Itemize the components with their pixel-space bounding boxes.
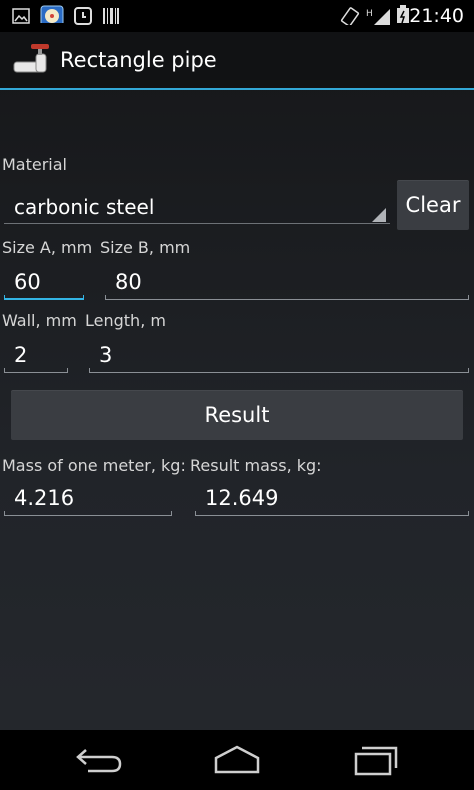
recent-apps-icon[interactable] [352,742,402,778]
wall-label: Wall, mm [2,311,77,330]
size-b-value: 80 [115,270,142,294]
app-icon [40,5,64,23]
material-spinner[interactable]: carbonic steel [4,190,390,224]
clock-time: 21:40 [409,5,464,27]
rotate-icon [340,7,360,25]
network-type: H [366,9,373,19]
image-icon [12,8,30,24]
mass-per-meter-value: 4.216 [14,486,75,510]
size-b-label: Size B, mm [100,238,191,257]
status-bar: H 21:40 [0,0,474,32]
mass-per-meter-output[interactable]: 4.216 [4,486,172,516]
app-title: Rectangle pipe [60,48,217,72]
action-bar-divider [0,88,474,90]
barcode-icon [103,8,119,24]
clock-icon [74,7,92,25]
clear-button[interactable]: Clear [397,180,469,230]
material-value: carbonic steel [14,195,155,219]
home-icon[interactable] [212,742,262,778]
spinner-arrow-icon [372,208,386,222]
length-value: 3 [99,343,113,367]
signal-icon: H [366,9,390,25]
mass-per-meter-label: Mass of one meter, kg: [2,456,186,475]
length-input[interactable]: 3 [89,343,469,373]
result-button[interactable]: Result [11,390,463,440]
material-label: Material [2,155,67,174]
result-mass-value: 12.649 [205,486,279,510]
size-a-label: Size A, mm [2,238,93,257]
result-mass-output[interactable]: 12.649 [195,486,469,516]
wall-input[interactable]: 2 [4,343,68,373]
back-icon[interactable] [74,742,124,778]
wall-value: 2 [14,343,28,367]
size-a-value: 60 [14,270,41,294]
length-label: Length, m [85,311,166,330]
size-a-input[interactable]: 60 [4,270,84,300]
size-b-input[interactable]: 80 [105,270,469,300]
pipe-icon [13,44,49,73]
battery-icon [397,5,409,23]
result-mass-label: Result mass, kg: [190,456,322,475]
